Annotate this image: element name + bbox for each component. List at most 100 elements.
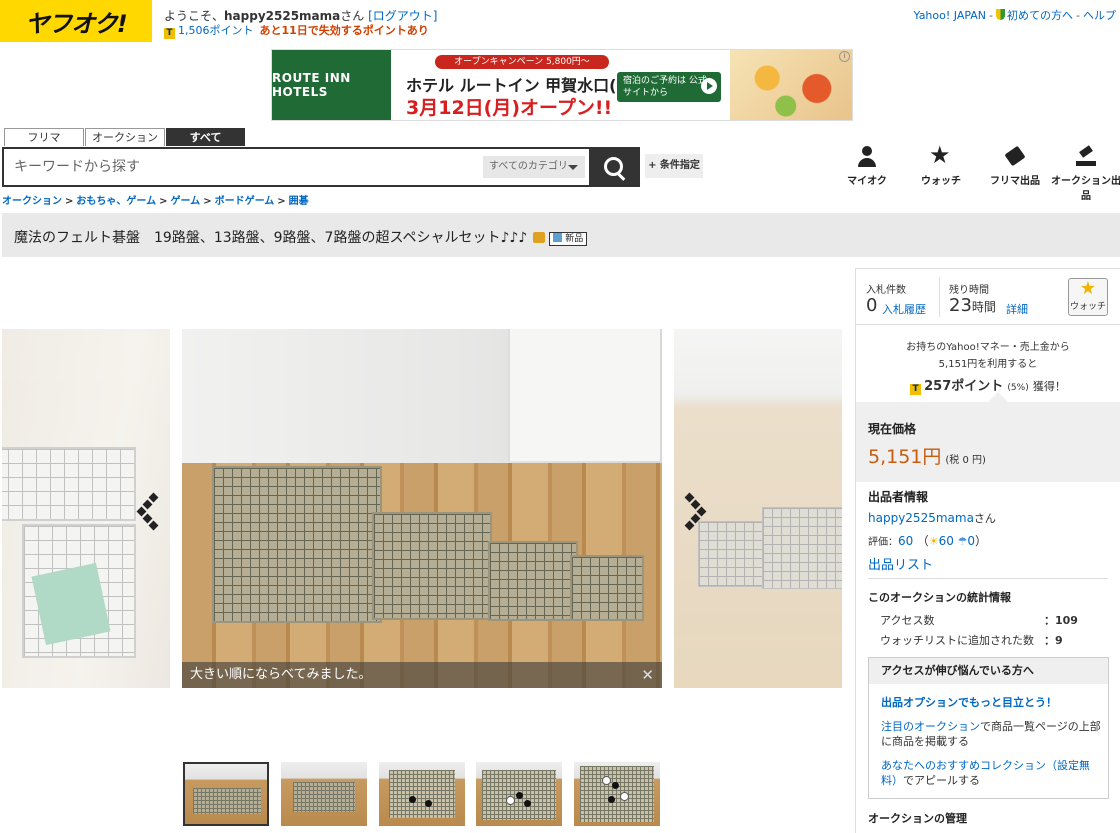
bids-value: 0 bbox=[866, 295, 878, 316]
next-image-arrow-icon[interactable] bbox=[684, 492, 708, 531]
points-offer-rate: (5%) bbox=[1007, 383, 1029, 393]
search-bar: すべてのカテゴリ bbox=[2, 147, 640, 187]
thumbnail-4[interactable] bbox=[476, 762, 562, 826]
nav-my-auction[interactable]: マイオク bbox=[832, 146, 902, 187]
tab-all[interactable]: すべて bbox=[166, 128, 245, 146]
beginner-leaf-icon bbox=[996, 9, 1006, 20]
search-input[interactable] bbox=[4, 149, 479, 185]
nav-flea-sell[interactable]: フリマ出品 bbox=[980, 146, 1050, 187]
seller-bad-rating[interactable]: 0 bbox=[967, 534, 975, 548]
time-left: 23時間 bbox=[949, 295, 996, 316]
new-badge: 新品 bbox=[549, 232, 588, 246]
item-title-text: 魔法のフェルト碁盤 19路盤、13路盤、9路盤、7路盤の超スペシャルセット♪♪♪ bbox=[14, 230, 528, 246]
close-icon[interactable]: ✕ bbox=[641, 662, 654, 688]
preview-board bbox=[698, 521, 770, 587]
prev-image-arrow-icon[interactable] bbox=[136, 492, 160, 531]
umbrella-icon: ☂ bbox=[957, 535, 968, 548]
ad-info-icon[interactable]: i bbox=[839, 51, 850, 62]
stats-access-label: アクセス数 bbox=[880, 614, 935, 627]
advanced-search-button[interactable]: + 条件指定 bbox=[645, 154, 703, 178]
watch-button-label: ウォッチ bbox=[1069, 302, 1106, 312]
search-button[interactable] bbox=[589, 149, 638, 185]
watch-button[interactable]: ★ ウォッチ bbox=[1068, 278, 1108, 316]
thumbnail-3[interactable] bbox=[379, 762, 465, 826]
seller-name: happy2525mamaさん bbox=[868, 510, 996, 526]
promo-headline-link[interactable]: 出品オプションでもっと目立とう！ bbox=[881, 695, 1101, 710]
seller-listing-link[interactable]: 出品リスト bbox=[868, 554, 933, 573]
thumb-board bbox=[580, 766, 654, 822]
ad-banner[interactable]: ROUTE INN HOTELS オープンキャンペーン 5,800円〜 ホテル … bbox=[271, 49, 853, 121]
featured-auction-link[interactable]: 注目のオークション bbox=[881, 720, 980, 733]
black-stone bbox=[425, 800, 432, 807]
preview-card bbox=[31, 562, 111, 646]
bid-divider bbox=[939, 277, 940, 317]
thumbnail-5[interactable] bbox=[574, 762, 660, 826]
nav-watch-label: ウォッチ bbox=[921, 176, 961, 187]
logo-text: ヤフオク! bbox=[25, 9, 127, 38]
yahuoku-logo[interactable]: ヤフオク! bbox=[0, 0, 152, 42]
current-price: 5,151円 (税 0 円) bbox=[868, 442, 986, 469]
banner-campaign: オープンキャンペーン 5,800円〜 bbox=[435, 55, 609, 69]
seller-good-rating[interactable]: 60 bbox=[939, 534, 954, 548]
banner-cta-button[interactable]: 宿泊のご予約は 公式サイトから bbox=[617, 72, 721, 102]
thumbnail-2[interactable] bbox=[281, 762, 367, 826]
photo-door bbox=[508, 329, 660, 461]
breadcrumb-item[interactable]: おもちゃ、ゲーム bbox=[76, 196, 156, 207]
star-icon: ★ bbox=[1079, 278, 1097, 299]
stats-watchlist-row: ウォッチリストに追加された数 ：9 bbox=[880, 634, 1063, 647]
photo-caption-text: 大きい順にならべてみました。 bbox=[190, 667, 372, 682]
thumb-board bbox=[389, 770, 455, 818]
breadcrumb: オークション > おもちゃ、ゲーム > ゲーム > ボードゲーム > 囲碁 bbox=[2, 196, 309, 207]
tab-auction[interactable]: オークション bbox=[85, 128, 165, 146]
details-link[interactable]: 詳細 bbox=[1006, 301, 1028, 317]
black-stone bbox=[608, 796, 615, 803]
sun-icon: ☀ bbox=[928, 535, 939, 548]
welcome-username: happy2525mama bbox=[224, 9, 341, 23]
item-title: 魔法のフェルト碁盤 19路盤、13路盤、9路盤、7路盤の超スペシャルセット♪♪♪… bbox=[14, 227, 588, 247]
current-price-box: 現在価格 5,151円 (税 0 円) bbox=[856, 392, 1120, 482]
seller-rating-label: 評価： bbox=[868, 537, 898, 548]
time-left-unit: 時間 bbox=[971, 300, 996, 314]
breadcrumb-item[interactable]: ボードゲーム bbox=[215, 196, 275, 207]
first-time-link[interactable]: 初めての方へ bbox=[1007, 9, 1073, 22]
breadcrumb-item[interactable]: 囲碁 bbox=[289, 196, 309, 207]
welcome-suffix: さん bbox=[340, 9, 365, 23]
seller-info-title: 出品者情報 bbox=[868, 490, 929, 504]
help-link[interactable]: ヘルプ bbox=[1083, 9, 1116, 22]
gavel-icon bbox=[1074, 146, 1098, 168]
white-stone bbox=[506, 796, 515, 805]
star-icon bbox=[929, 142, 953, 168]
nav-auction-sell[interactable]: オークション出品 bbox=[1048, 146, 1120, 202]
breadcrumb-item[interactable]: オークション bbox=[2, 196, 62, 207]
nav-flea-sell-label: フリマ出品 bbox=[990, 176, 1040, 187]
black-stone bbox=[612, 782, 619, 789]
points-link[interactable]: 1,506ポイント bbox=[178, 24, 254, 37]
breadcrumb-item[interactable]: ゲーム bbox=[170, 196, 200, 207]
thumbnail-1[interactable] bbox=[183, 762, 269, 826]
promo-item-featured: 注目のオークションで商品一覧ページの上部に商品を掲載する bbox=[881, 719, 1101, 749]
banner-opening-date: 3月12日(月)オープン!! bbox=[406, 97, 613, 119]
logout-link[interactable]: [ログアウト] bbox=[368, 9, 437, 23]
seller-name-link[interactable]: happy2525mama bbox=[868, 511, 974, 525]
shop-crown-icon bbox=[533, 232, 546, 243]
nav-watch[interactable]: ウォッチ bbox=[906, 142, 976, 187]
promo-header: アクセスが伸び悩んでいる方へ bbox=[869, 658, 1108, 684]
stats-title: このオークションの統計情報 bbox=[868, 591, 1011, 604]
current-price-value: 5,151円 bbox=[868, 446, 942, 468]
play-arrow-icon bbox=[701, 78, 717, 94]
go-board-7 bbox=[570, 555, 644, 621]
category-select[interactable]: すべてのカテゴリ bbox=[483, 156, 585, 178]
black-stone bbox=[516, 792, 523, 799]
white-stone bbox=[602, 776, 611, 785]
banner-cta-label: 宿泊のご予約は 公式サイトから bbox=[623, 76, 707, 98]
bid-history-link[interactable]: 入札履歴 bbox=[882, 301, 926, 317]
stats-watchlist-value: 9 bbox=[1055, 634, 1063, 647]
points-expire-notice[interactable]: あと11日で失効するポイントあり bbox=[260, 24, 429, 37]
seller-rating-link[interactable]: 60 bbox=[898, 534, 913, 548]
time-left-label: 残り時間 bbox=[949, 285, 989, 296]
tab-flea[interactable]: フリマ bbox=[4, 128, 84, 146]
main-photo[interactable]: 大きい順にならべてみました。 ✕ bbox=[182, 329, 662, 688]
item-title-bar: 魔法のフェルト碁盤 19路盤、13路盤、9路盤、7路盤の超スペシャルセット♪♪♪… bbox=[2, 213, 1120, 257]
seller-rating: 評価：60 （☀60 ☂0） bbox=[868, 534, 987, 548]
yahoo-japan-link[interactable]: Yahoo! JAPAN bbox=[913, 9, 986, 22]
